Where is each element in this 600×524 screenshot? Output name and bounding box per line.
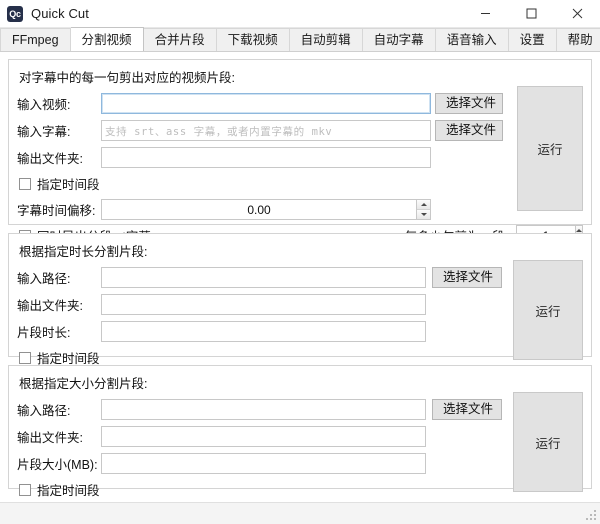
- row-clip-duration: 片段时长:: [17, 321, 583, 342]
- size-output-folder-field[interactable]: [101, 426, 426, 447]
- group-duration-split-title: 根据指定时长分割片段:: [19, 245, 148, 259]
- group-size-split: 根据指定大小分割片段: 输入路径: 选择文件 输出文件夹: 片段大小(MB): …: [8, 365, 592, 498]
- tab-settings[interactable]: 设置: [508, 28, 557, 51]
- subtitle-offset-arrows[interactable]: [416, 199, 431, 220]
- tab-download-video[interactable]: 下载视频: [216, 28, 290, 51]
- run-button-subtitle-split[interactable]: 运行: [517, 86, 583, 211]
- time-range-checkbox-1[interactable]: [19, 177, 31, 190]
- row-subtitle-offset: 字幕时间偏移:: [17, 199, 583, 220]
- output-folder-field[interactable]: [101, 147, 431, 168]
- clip-size-label: 片段大小(MB):: [17, 458, 98, 472]
- tab-voice-input[interactable]: 语音输入: [435, 28, 509, 51]
- size-input-path-label: 输入路径:: [17, 404, 71, 418]
- resize-grip-icon[interactable]: [586, 510, 598, 522]
- run-button-size-split[interactable]: 运行: [513, 392, 583, 492]
- title-bar: Qc Quick Cut: [0, 0, 600, 28]
- input-video-field[interactable]: [101, 93, 431, 114]
- minimize-button[interactable]: [462, 0, 508, 27]
- clip-duration-label: 片段时长:: [17, 326, 71, 340]
- group-subtitle-split-title: 对字幕中的每一句剪出对应的视频片段:: [19, 71, 235, 85]
- duration-output-folder-label: 输出文件夹:: [17, 299, 83, 313]
- time-range-checkbox-2[interactable]: [19, 351, 31, 364]
- close-button[interactable]: [554, 0, 600, 27]
- maximize-button[interactable]: [508, 0, 554, 27]
- subtitle-offset-label: 字幕时间偏移:: [17, 204, 96, 218]
- run-button-duration-split[interactable]: 运行: [513, 260, 583, 360]
- window-controls: [462, 0, 600, 27]
- chevron-down-icon: [420, 213, 427, 216]
- maximize-icon: [526, 8, 536, 19]
- subtitle-offset-decrement[interactable]: [417, 210, 430, 219]
- duration-input-path-label: 输入路径:: [17, 272, 71, 286]
- subtitle-offset-increment[interactable]: [417, 200, 430, 210]
- clip-size-field[interactable]: [101, 453, 426, 474]
- minimize-icon: [480, 13, 490, 14]
- chevron-up-icon: [576, 229, 582, 232]
- tab-split-video[interactable]: 分割视频: [70, 27, 144, 51]
- size-output-folder-label: 输出文件夹:: [17, 431, 83, 445]
- close-icon: [572, 8, 582, 19]
- row-size-output-folder: 输出文件夹:: [17, 426, 583, 447]
- duration-output-folder-field[interactable]: [101, 294, 426, 315]
- status-bar: [0, 502, 600, 524]
- size-browse-button[interactable]: 选择文件: [432, 399, 502, 420]
- input-video-label: 输入视频:: [17, 98, 71, 112]
- group-subtitle-split: 对字幕中的每一句剪出对应的视频片段: 输入视频: 选择文件 输入字幕: 选择文件…: [8, 59, 592, 246]
- row-duration-input-path: 输入路径: 选择文件: [17, 267, 583, 288]
- tab-auto-subtitle[interactable]: 自动字幕: [362, 28, 436, 51]
- row-time-range-3[interactable]: 指定时间段: [17, 480, 583, 499]
- row-duration-output-folder: 输出文件夹:: [17, 294, 583, 315]
- row-clip-size: 片段大小(MB):: [17, 453, 583, 474]
- time-range-label-3: 指定时间段: [37, 484, 100, 498]
- duration-browse-button[interactable]: 选择文件: [432, 267, 502, 288]
- size-input-path-field[interactable]: [101, 399, 426, 420]
- row-input-subtitle: 输入字幕: 选择文件: [17, 120, 583, 141]
- input-subtitle-field[interactable]: [101, 120, 431, 141]
- app-icon: Qc: [7, 5, 23, 22]
- time-range-checkbox-3[interactable]: [19, 483, 31, 496]
- tab-auto-edit[interactable]: 自动剪辑: [289, 28, 363, 51]
- row-input-video: 输入视频: 选择文件: [17, 93, 583, 114]
- subtitle-offset-spinner[interactable]: [101, 199, 431, 220]
- tab-ffmpeg[interactable]: FFmpeg: [0, 28, 71, 51]
- input-subtitle-label: 输入字幕:: [17, 125, 71, 139]
- output-folder-label: 输出文件夹:: [17, 152, 83, 166]
- content-area: 对字幕中的每一句剪出对应的视频片段: 输入视频: 选择文件 输入字幕: 选择文件…: [0, 52, 600, 498]
- subtitle-offset-field[interactable]: [101, 199, 416, 220]
- row-size-input-path: 输入路径: 选择文件: [17, 399, 583, 420]
- group-size-split-title: 根据指定大小分割片段:: [19, 377, 148, 391]
- tab-help[interactable]: 帮助: [556, 28, 600, 51]
- clip-duration-field[interactable]: [101, 321, 426, 342]
- row-time-range-1[interactable]: 指定时间段: [17, 174, 583, 193]
- window-title: Quick Cut: [31, 6, 89, 21]
- input-subtitle-browse-button[interactable]: 选择文件: [435, 120, 503, 141]
- row-output-folder: 输出文件夹:: [17, 147, 583, 168]
- tab-bar: FFmpeg 分割视频 合并片段 下载视频 自动剪辑 自动字幕 语音输入 设置 …: [0, 27, 600, 52]
- group-duration-split: 根据指定时长分割片段: 输入路径: 选择文件 输出文件夹: 片段时长: 指定时间…: [8, 233, 592, 366]
- input-video-browse-button[interactable]: 选择文件: [435, 93, 503, 114]
- time-range-label-1: 指定时间段: [37, 178, 100, 192]
- tab-merge-clips[interactable]: 合并片段: [143, 28, 217, 51]
- duration-input-path-field[interactable]: [101, 267, 426, 288]
- chevron-up-icon: [420, 203, 427, 206]
